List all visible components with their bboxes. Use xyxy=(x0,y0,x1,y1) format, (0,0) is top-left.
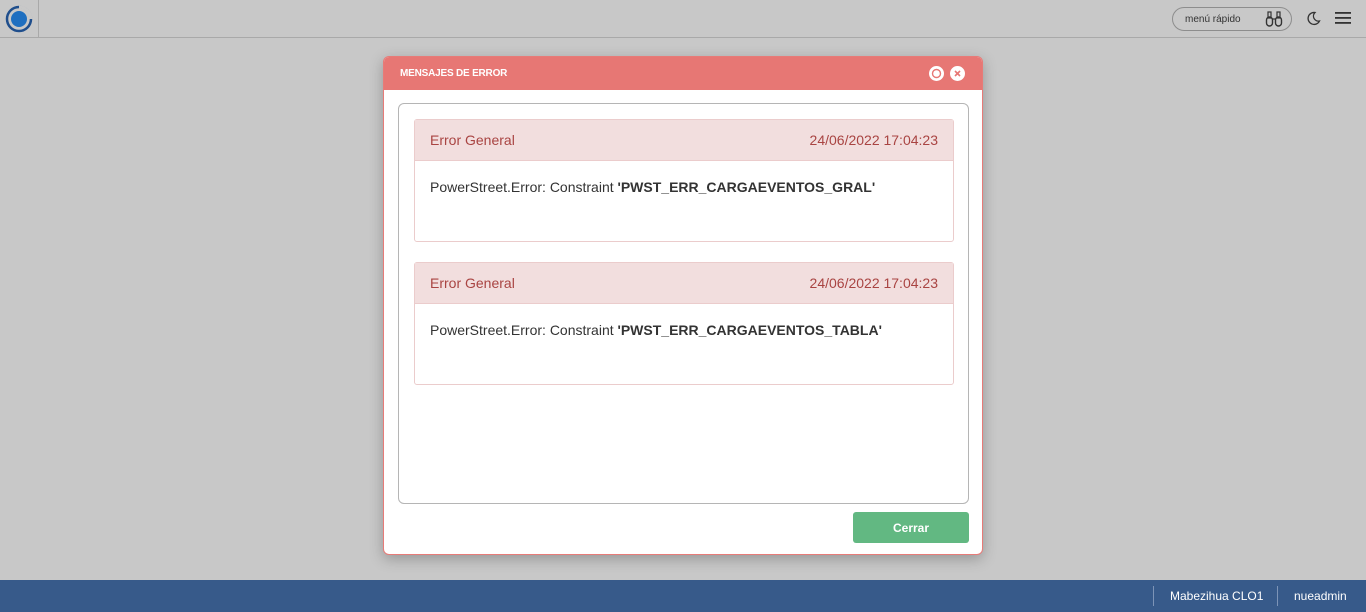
quick-menu-button[interactable]: menú rápido xyxy=(1172,7,1292,31)
error-message-timestamp: 24/06/2022 17:04:23 xyxy=(809,132,938,148)
footer-site[interactable]: Mabezihua CLO1 xyxy=(1170,589,1263,603)
error-message-header: Error General 24/06/2022 17:04:23 xyxy=(415,263,953,304)
error-message-card: Error General 24/06/2022 17:04:23 PowerS… xyxy=(414,119,954,242)
footer-user[interactable]: nueadmin xyxy=(1294,589,1347,603)
error-constraint-name: 'PWST_ERR_CARGAEVENTOS_GRAL' xyxy=(617,179,876,195)
error-message-timestamp: 24/06/2022 17:04:23 xyxy=(809,275,938,291)
error-messages-dialog: MENSAJES DE ERROR Error General 24/06/20… xyxy=(383,56,983,555)
close-button[interactable] xyxy=(950,66,965,81)
footer-divider xyxy=(1277,586,1278,606)
dialog-title: MENSAJES DE ERROR xyxy=(400,68,508,79)
error-message-header: Error General 24/06/2022 17:04:23 xyxy=(415,120,953,161)
status-footer: Mabezihua CLO1 nueadmin xyxy=(0,580,1366,612)
quick-menu-label: menú rápido xyxy=(1185,13,1241,25)
error-message-title: Error General xyxy=(430,132,515,148)
error-message-title: Error General xyxy=(430,275,515,291)
binoculars-icon xyxy=(1265,11,1283,27)
error-constraint-name: 'PWST_ERR_CARGAEVENTOS_TABLA' xyxy=(617,322,882,338)
error-message-body: PowerStreet.Error: Constraint 'PWST_ERR_… xyxy=(415,304,953,356)
error-message-card: Error General 24/06/2022 17:04:23 PowerS… xyxy=(414,262,954,385)
app-logo[interactable] xyxy=(0,0,39,37)
error-message-prefix: PowerStreet.Error: Constraint xyxy=(430,322,618,338)
close-icon xyxy=(954,70,961,77)
restore-button[interactable] xyxy=(929,66,944,81)
app-logo-icon xyxy=(5,5,33,32)
messages-container[interactable]: Error General 24/06/2022 17:04:23 PowerS… xyxy=(398,103,969,504)
footer-divider xyxy=(1153,586,1154,606)
moon-icon[interactable] xyxy=(1306,11,1321,26)
restore-icon xyxy=(931,68,942,79)
dialog-header: MENSAJES DE ERROR xyxy=(384,57,982,90)
hamburger-menu-icon[interactable] xyxy=(1335,11,1351,25)
error-message-prefix: PowerStreet.Error: Constraint xyxy=(430,179,618,195)
top-bar: menú rápido xyxy=(0,0,1366,38)
close-dialog-button[interactable]: Cerrar xyxy=(853,512,969,543)
error-message-body: PowerStreet.Error: Constraint 'PWST_ERR_… xyxy=(415,161,953,213)
